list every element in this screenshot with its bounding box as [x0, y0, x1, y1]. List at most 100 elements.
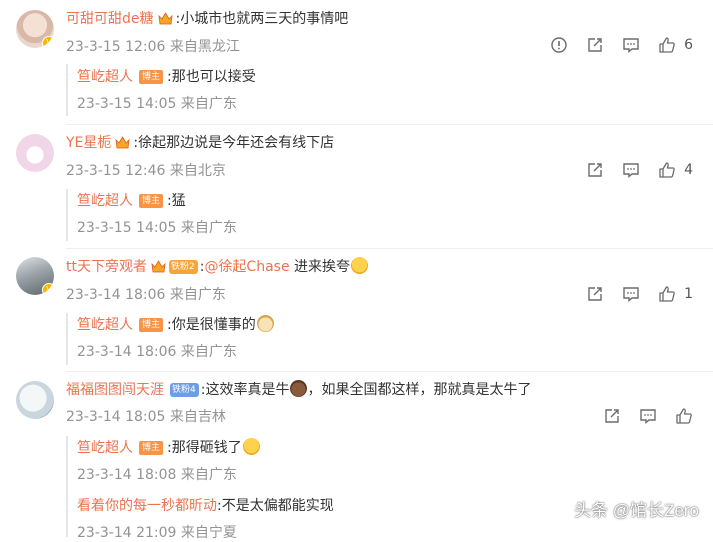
blogger-badge: 博主 [139, 70, 164, 84]
reply-location: 来自广东 [180, 220, 237, 236]
comment-actions: 6 [532, 35, 693, 55]
like-count: 4 [684, 162, 693, 178]
reply-content: 笪屹超人 博主:猛 [77, 191, 186, 211]
reply-time: 23-3-15 14:05 [77, 96, 177, 112]
reply-location: 来自宁夏 [180, 525, 237, 541]
comment-content: 可甜可甜de糖 :小城市也就两三天的事情吧 [66, 9, 348, 29]
reply-bar [66, 313, 68, 365]
fans-badge: 铁粉2 [168, 260, 198, 274]
comment-username[interactable]: YE星栀 [66, 135, 111, 151]
reply-username[interactable]: 笪屹超人 [77, 193, 133, 209]
like-button[interactable]: 6 [658, 36, 693, 54]
reply-meta: 23-3-14 18:08 来自广东 [77, 464, 237, 484]
grinning-face-emoji-icon [351, 257, 369, 274]
comment-text: :徐起那边说是今年还会有线下店 [133, 135, 335, 151]
avatar[interactable] [16, 381, 54, 419]
mention-link[interactable]: @徐起Chase [204, 259, 289, 275]
share-icon [605, 409, 619, 423]
thumbs-up-icon [659, 37, 675, 53]
comment-location: 来自北京 [169, 163, 226, 179]
verified-badge-icon: V [42, 36, 54, 48]
reply-bar [66, 64, 68, 116]
share-button[interactable] [586, 285, 604, 303]
like-button[interactable]: 1 [658, 285, 693, 303]
reply-button[interactable] [622, 36, 640, 54]
like-button[interactable]: 4 [658, 161, 693, 179]
reply-time: 23-3-14 18:08 [77, 467, 177, 483]
crown-icon [115, 136, 130, 149]
reply-location: 来自广东 [180, 344, 237, 360]
comment-icon [623, 287, 639, 302]
reply-text: :猛 [167, 193, 186, 209]
reply-location: 来自广东 [180, 96, 237, 112]
comment-username[interactable]: tt天下旁观者 [66, 259, 147, 275]
reply-location: 来自广东 [180, 467, 237, 483]
reply-username[interactable]: 笪屹超人 [77, 440, 133, 456]
comment-time: 23-3-15 12:06 [66, 39, 166, 55]
comment-text-suffix: ，如果全国都这样，那就真是太牛了 [307, 382, 532, 398]
comment-icon [623, 38, 639, 53]
reply-button[interactable] [639, 407, 657, 425]
comment-actions: 4 [568, 160, 693, 180]
crown-icon [157, 12, 173, 25]
comment-icon [640, 409, 656, 424]
comment-icon [623, 163, 639, 178]
reply-meta: 23-3-14 21:09 来自宁夏 [77, 522, 237, 542]
divider [66, 124, 713, 125]
comment-content: 福福图图闯天涯 铁粉4:这效率真是牛 ，如果全国都这样，那就真是太牛了 [66, 380, 531, 400]
comment-location: 来自吉林 [169, 409, 226, 425]
avatar[interactable]: V [16, 10, 54, 48]
comment-username[interactable]: 可甜可甜de糖 [66, 11, 154, 27]
comment-username[interactable]: 福福图图闯天涯 [66, 382, 164, 398]
reply-username[interactable]: 笪屹超人 [77, 317, 133, 333]
reply-content: 看着你的每一秒都昕动:不是太偏都能实现 [77, 496, 334, 516]
reply-time: 23-3-14 21:09 [77, 525, 177, 541]
reply-time: 23-3-14 18:06 [77, 344, 177, 360]
fans-badge: 铁粉4 [170, 383, 199, 397]
report-icon [551, 37, 567, 53]
reply-button[interactable] [622, 285, 640, 303]
thumbs-up-icon [659, 162, 675, 178]
comment-text: :小城市也就两三天的事情吧 [175, 11, 349, 27]
reply-button[interactable] [622, 161, 640, 179]
comment-time: 23-3-14 18:06 [66, 287, 166, 303]
divider [66, 248, 713, 249]
reply-meta: 23-3-14 18:06 来自广东 [77, 341, 237, 361]
reply-text: :那也可以接受 [167, 69, 256, 85]
reply-bar [66, 436, 68, 537]
avatar[interactable] [16, 134, 54, 172]
verified-badge-icon: V [42, 283, 54, 295]
comment-actions: 1 [568, 284, 693, 304]
reply-text: :不是太偏都能实现 [217, 498, 334, 514]
reply-text: :你是很懂事的 [167, 317, 256, 333]
reply-text: :那得砸钱了 [167, 440, 242, 456]
comment-content: tt天下旁观者 铁粉2:@徐起Chase 进来挨夸 [66, 257, 369, 277]
comment-time: 23-3-15 12:46 [66, 163, 166, 179]
comment-location: 来自广东 [169, 287, 226, 303]
reply-meta: 23-3-15 14:05 来自广东 [77, 93, 237, 113]
comment-time: 23-3-14 18:05 [66, 409, 166, 425]
reply-content: 笪屹超人 博主:那得砸钱了 [77, 438, 260, 458]
reply-bar [66, 189, 68, 241]
reply-username[interactable]: 笪屹超人 [77, 69, 133, 85]
like-count: 6 [684, 37, 693, 53]
comment-location: 来自黑龙江 [169, 39, 240, 55]
comment-content: YE星栀 :徐起那边说是今年还会有线下店 [66, 133, 334, 153]
share-button[interactable] [586, 161, 604, 179]
comment-meta: 23-3-15 12:46 来自北京 [66, 160, 226, 180]
comment-actions [585, 406, 693, 426]
share-button[interactable] [586, 36, 604, 54]
watermark: 头条 @馆长Zero [574, 501, 699, 520]
thumbs-up-icon [659, 286, 675, 302]
share-icon [588, 38, 602, 52]
thumbs-up-icon [676, 408, 692, 424]
reply-time: 23-3-15 14:05 [77, 220, 177, 236]
like-button[interactable] [675, 407, 693, 425]
doge-emoji-icon [256, 315, 274, 332]
reply-username[interactable]: 看着你的每一秒都昕动 [77, 498, 217, 514]
avatar[interactable]: V [16, 257, 54, 295]
report-button[interactable] [550, 36, 568, 54]
reply-content: 笪屹超人 博主:你是很懂事的 [77, 315, 274, 335]
share-button[interactable] [603, 407, 621, 425]
comment-meta: 23-3-15 12:06 来自黑龙江 [66, 36, 240, 56]
